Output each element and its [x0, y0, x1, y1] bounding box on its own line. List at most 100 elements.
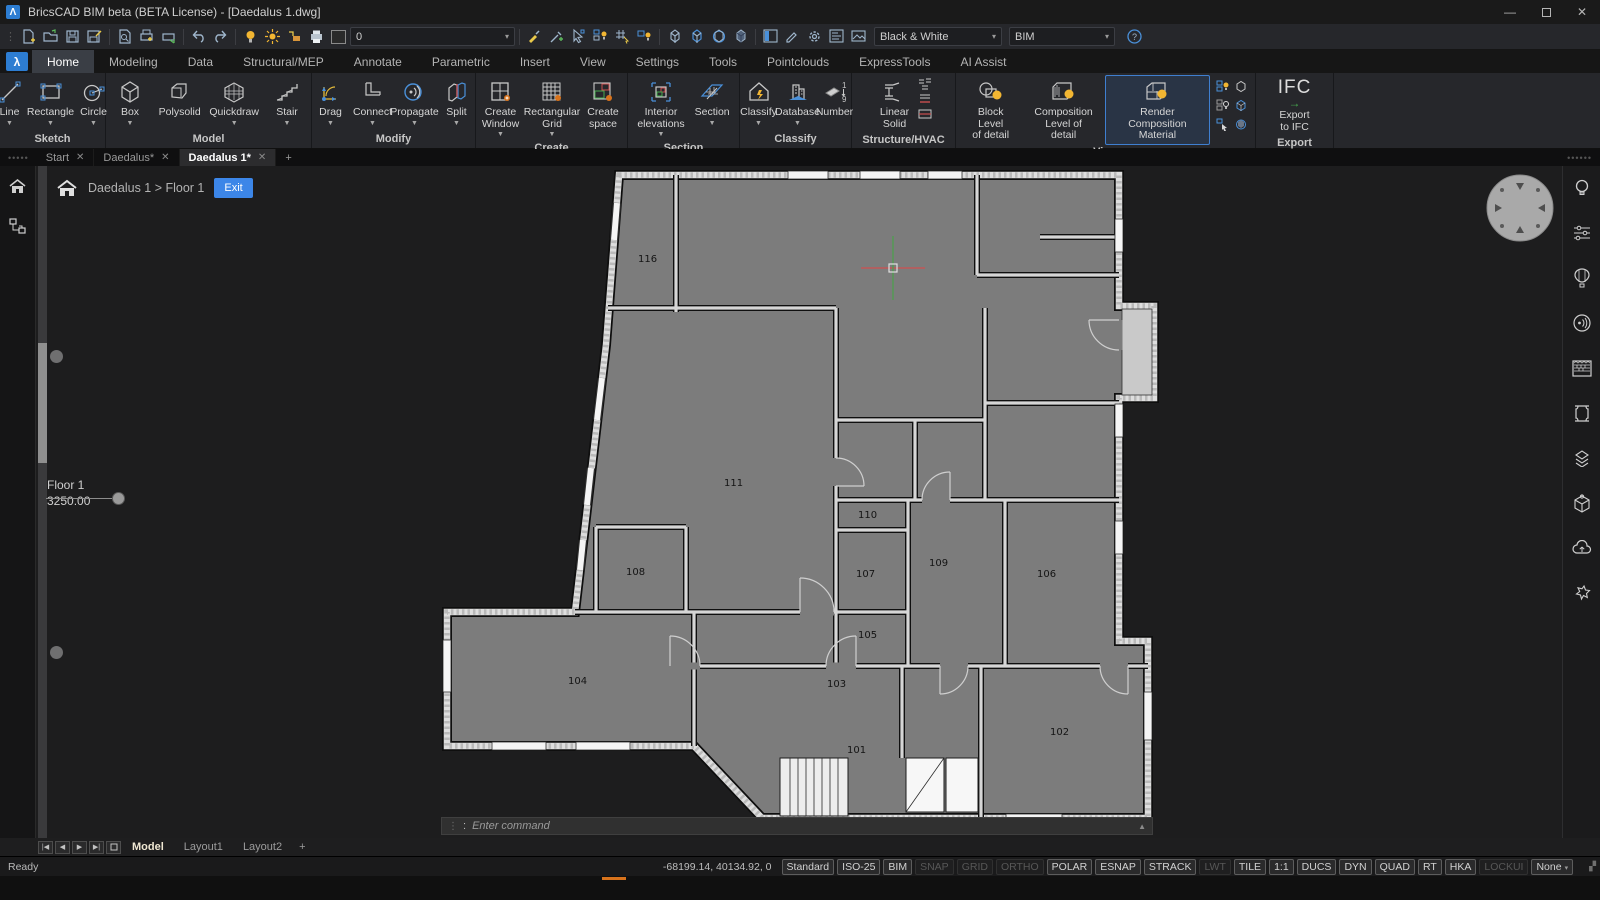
toggle-rt[interactable]: RT — [1418, 859, 1442, 875]
structure-browser-button[interactable] — [6, 214, 30, 238]
toggle-hka[interactable]: HKA — [1445, 859, 1477, 875]
tab-data[interactable]: Data — [173, 50, 228, 73]
annotate-panel-icon[interactable] — [782, 27, 803, 47]
toggle-iso25[interactable]: ISO-25 — [837, 859, 880, 875]
publish-icon[interactable] — [158, 27, 179, 47]
render-sphere-mini-icon[interactable] — [1233, 116, 1250, 133]
toggle-scale[interactable]: 1:1 — [1269, 859, 1294, 875]
toggle-ducs[interactable]: DUCS — [1297, 859, 1337, 875]
toggle-lockui[interactable]: LOCKUI — [1479, 859, 1528, 875]
layout-list-button[interactable] — [106, 841, 121, 854]
close-button[interactable]: ✕ — [1564, 0, 1600, 24]
prev-layout-button[interactable]: ◀ — [55, 841, 70, 854]
toggle-polar[interactable]: POLAR — [1047, 859, 1093, 875]
command-bar[interactable]: ⋮ : Enter command ▲ — [441, 817, 1153, 835]
properties-panel-icon[interactable] — [760, 27, 781, 47]
command-expand-icon[interactable]: ▲ — [1138, 822, 1146, 831]
first-layout-button[interactable]: |◀ — [38, 841, 53, 854]
tab-pointclouds[interactable]: Pointclouds — [752, 50, 844, 73]
close-icon[interactable]: ✕ — [76, 152, 84, 163]
hidden-line-cube-icon[interactable] — [686, 27, 707, 47]
beam-axis-mini-icon[interactable] — [918, 108, 932, 120]
connect-button[interactable]: Connect▼ — [352, 75, 394, 130]
new-file-icon[interactable] — [18, 27, 39, 47]
shaded-cube-icon[interactable] — [730, 27, 751, 47]
beam-flip-mini-icon[interactable] — [918, 93, 932, 105]
section-grip-top[interactable] — [50, 350, 63, 363]
toggle-ortho[interactable]: ORTHO — [996, 859, 1044, 875]
toggle-quad[interactable]: QUAD — [1375, 859, 1415, 875]
layer-select[interactable]: 0 ▾ — [350, 27, 515, 46]
media-panel-icon[interactable] — [848, 27, 869, 47]
exit-button[interactable]: Exit — [214, 178, 252, 198]
doc-tab-start[interactable]: Start✕ — [37, 149, 95, 166]
profiles-panel-button[interactable] — [1570, 401, 1594, 425]
help-icon[interactable]: ? — [1124, 27, 1145, 47]
vertical-scrollbar[interactable] — [38, 166, 47, 838]
stair-button[interactable]: Stair▼ — [266, 75, 308, 130]
home-icon[interactable] — [56, 179, 78, 198]
visual-style-select[interactable]: Black & White ▾ — [874, 27, 1002, 46]
minimize-button[interactable]: — — [1492, 0, 1528, 24]
adjust-sliders-button[interactable] — [1570, 221, 1594, 245]
toggle-esnap[interactable]: ESNAP — [1095, 859, 1141, 875]
layout-tab-model[interactable]: Model — [123, 841, 173, 853]
tab-home[interactable]: Home — [32, 50, 94, 73]
close-icon[interactable]: ✕ — [161, 152, 169, 163]
toggle-grid[interactable]: GRID — [957, 859, 993, 875]
realistic-cube-icon[interactable] — [708, 27, 729, 47]
interior-elevations-button[interactable]: Interior elevations▼ — [632, 75, 689, 141]
lights-on-mini-icon[interactable] — [1216, 78, 1231, 95]
tab-modeling[interactable]: Modeling — [94, 50, 173, 73]
close-icon[interactable]: ✕ — [258, 152, 266, 163]
tabbar-drag-dots[interactable]: ••••• — [0, 149, 37, 166]
command-list-icon[interactable] — [826, 27, 847, 47]
bookmarks-panel-button[interactable] — [1570, 581, 1594, 605]
toggle-snap[interactable]: SNAP — [915, 859, 954, 875]
line-button[interactable]: Line▼ — [0, 75, 26, 130]
cube-edges-mini-icon[interactable] — [1233, 97, 1250, 114]
display-grid-icon[interactable] — [612, 27, 633, 47]
polysolid-button[interactable]: Polysolid — [157, 75, 202, 122]
save-icon[interactable] — [62, 27, 83, 47]
propagate-button[interactable]: Propagate▼ — [394, 75, 436, 130]
components-panel-button[interactable] — [1570, 491, 1594, 515]
plot-icon[interactable] — [136, 27, 157, 47]
database-button[interactable]: Database▼ — [778, 75, 818, 130]
compositions-panel-button[interactable] — [1570, 356, 1594, 380]
quickdraw-button[interactable]: Quickdraw▼ — [208, 75, 260, 130]
display-bulb-icon[interactable] — [634, 27, 655, 47]
floor-level-grip[interactable] — [112, 492, 125, 505]
tab-expresstools[interactable]: ExpressTools — [844, 50, 945, 73]
box-button[interactable]: Box▼ — [109, 75, 151, 130]
redo-icon[interactable] — [210, 27, 231, 47]
classify-button[interactable]: Classify▼ — [740, 75, 778, 130]
cube-mini-icon[interactable] — [1233, 78, 1250, 95]
render-composition-material-button[interactable]: Render Composition Material — [1105, 75, 1210, 145]
linear-solid-button[interactable]: Linear Solid — [874, 75, 916, 133]
section-button[interactable]: Section▼ — [690, 75, 735, 130]
export-to-ifc-button[interactable]: IFC → Export to IFC — [1273, 75, 1317, 136]
select-faces-mini-icon[interactable] — [1216, 116, 1231, 133]
tab-structural-mep[interactable]: Structural/MEP — [228, 50, 339, 73]
doc-tab-daedalus-1[interactable]: Daedalus 1*✕ — [180, 149, 277, 166]
command-grip[interactable]: ⋮ — [448, 821, 457, 832]
section-grip-bottom[interactable] — [50, 646, 63, 659]
layout-tab-layout2[interactable]: Layout2 — [234, 841, 291, 853]
beam-grid-mini-icon[interactable] — [918, 78, 932, 90]
toggle-bim[interactable]: BIM — [883, 859, 912, 875]
rectangle-button[interactable]: Rectangle▼ — [26, 75, 76, 130]
navigation-wheel[interactable] — [1487, 175, 1553, 241]
number-button[interactable]: 19Number — [818, 75, 852, 122]
block-level-of-detail-button[interactable]: Block Level of detail — [959, 75, 1022, 145]
cloud-share-button[interactable] — [1570, 536, 1594, 560]
match-properties-icon[interactable] — [546, 27, 567, 47]
flythrough-button[interactable] — [1570, 266, 1594, 290]
save-as-icon[interactable] — [84, 27, 105, 47]
render-settings-button[interactable] — [1570, 176, 1594, 200]
layers-panel-button[interactable] — [1570, 446, 1594, 470]
vertical-scrollbar-thumb[interactable] — [38, 343, 47, 463]
toggle-strack[interactable]: STRACK — [1144, 859, 1197, 875]
sun-brightness-icon[interactable] — [262, 27, 283, 47]
toggle-dyn[interactable]: DYN — [1339, 859, 1371, 875]
